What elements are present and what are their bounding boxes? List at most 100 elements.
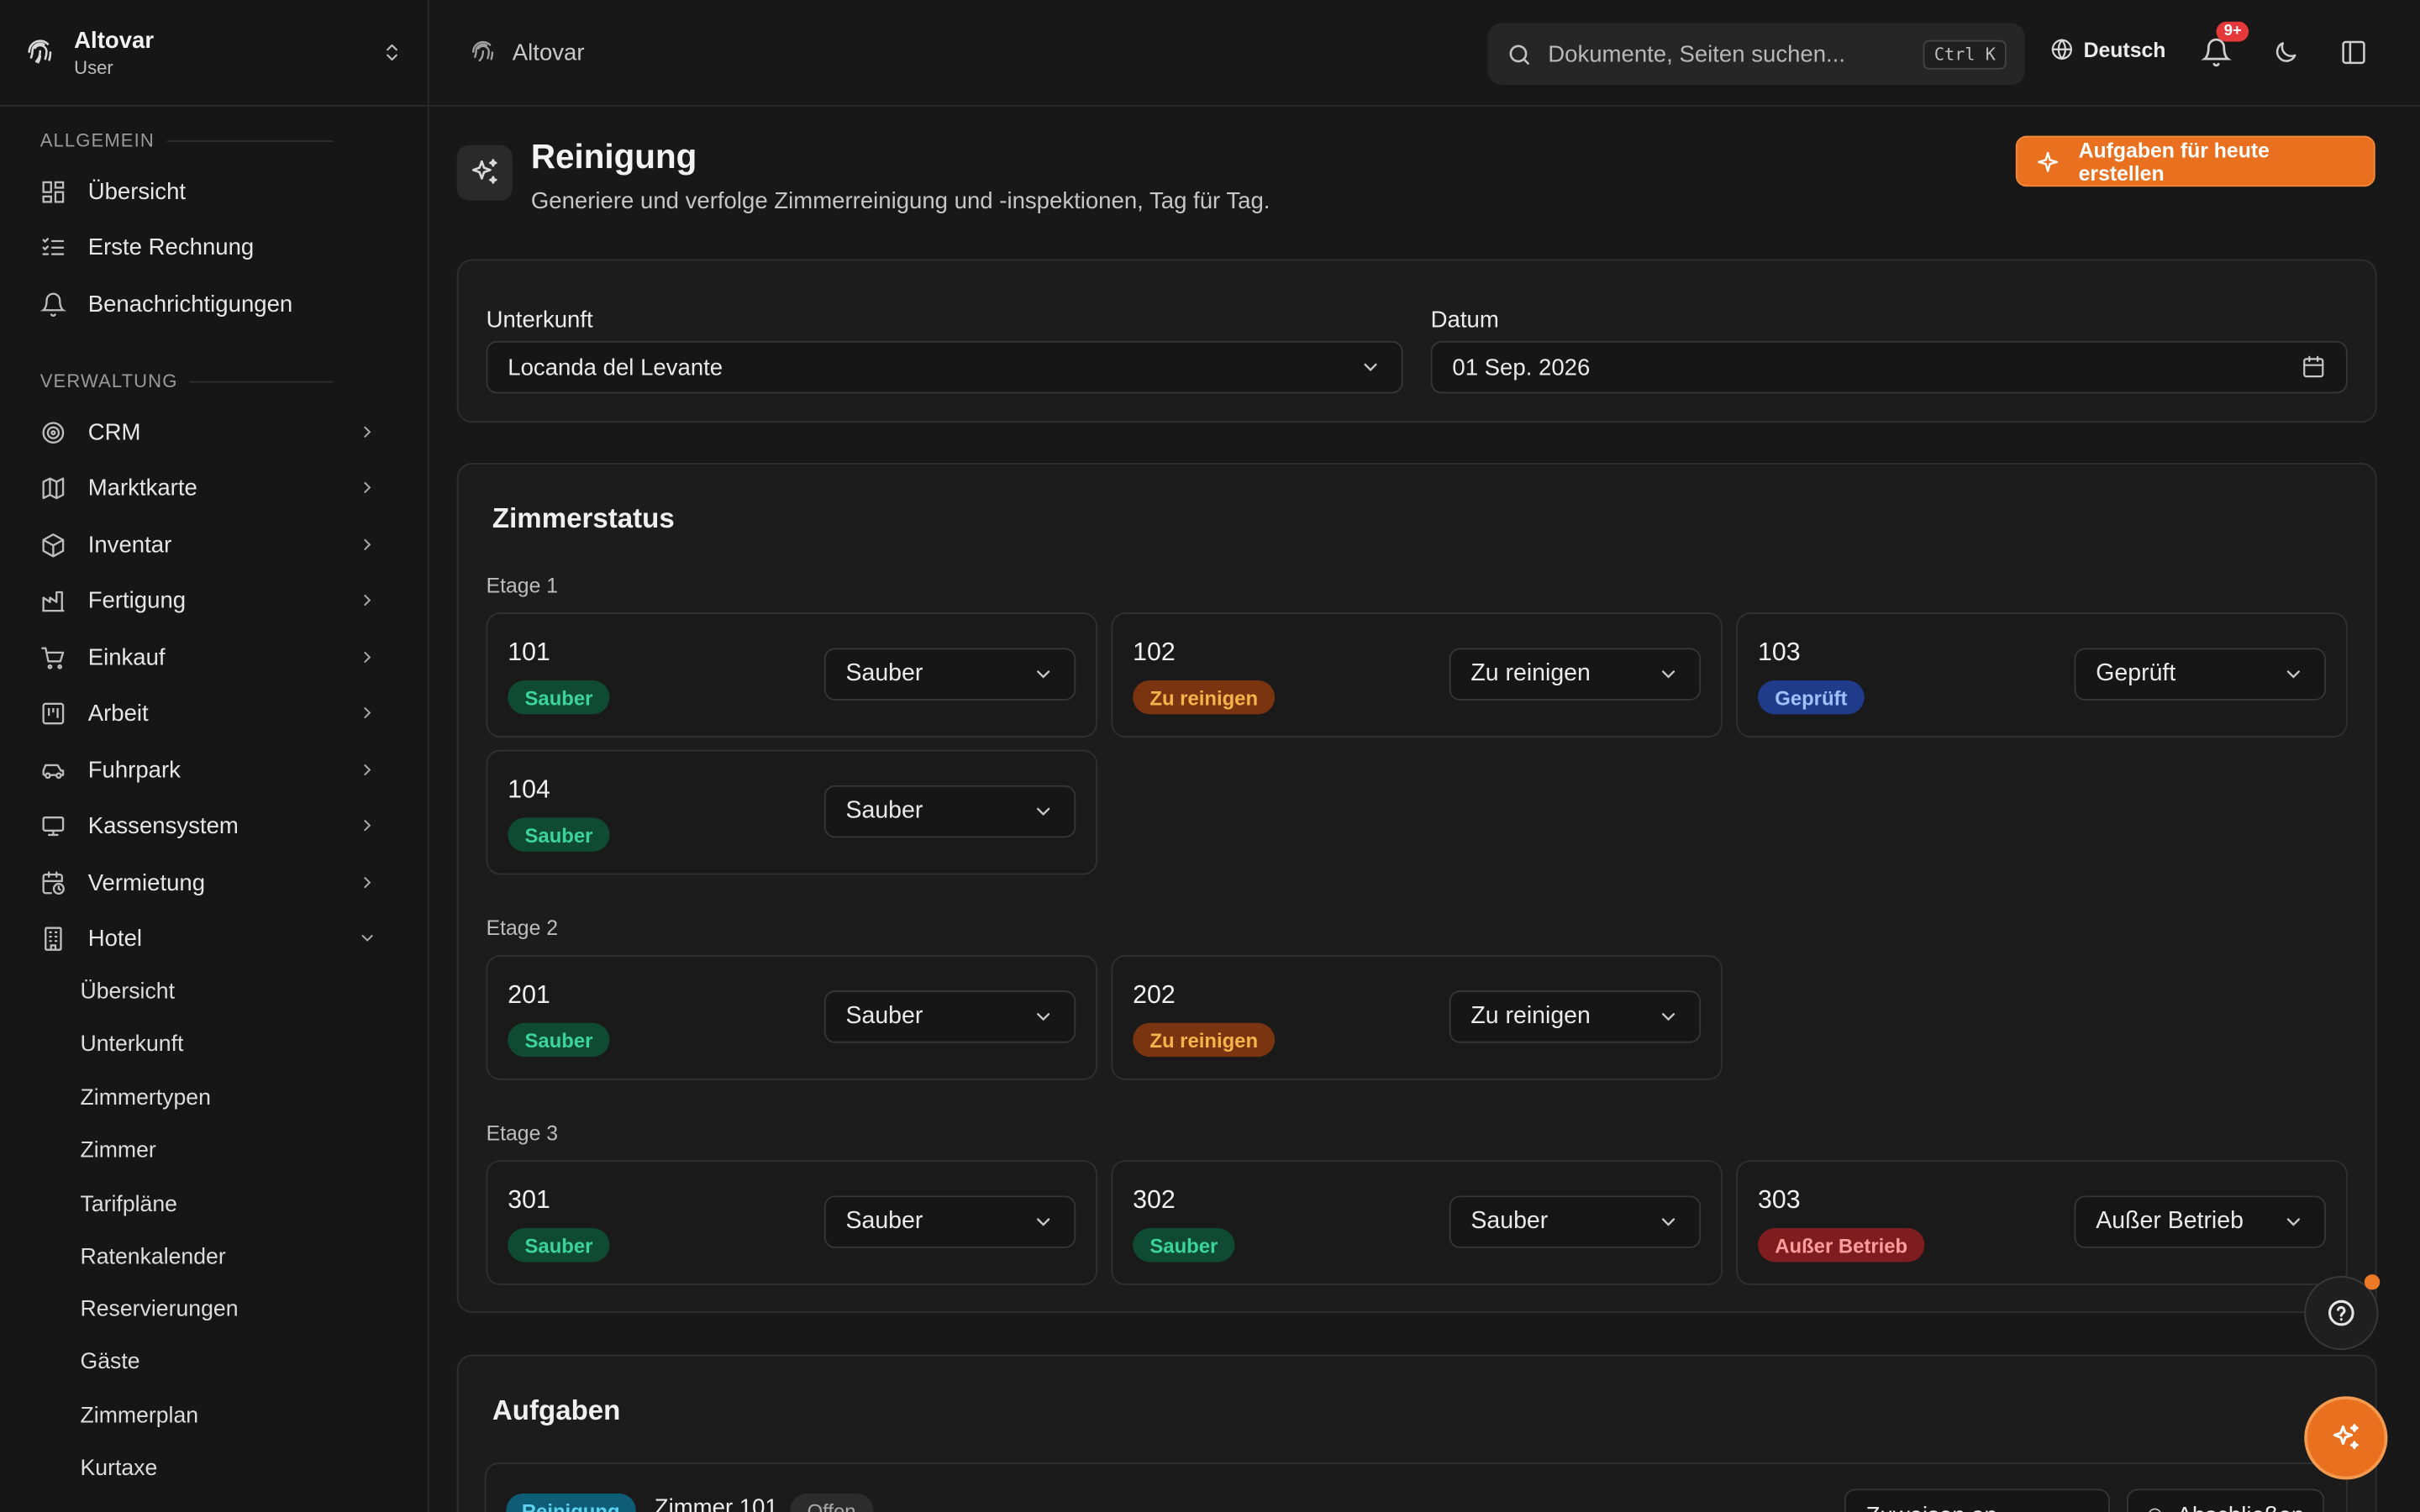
- sidebar-subitem-room-plan[interactable]: Zimmerplan: [81, 1398, 199, 1435]
- sidebar-item-first-invoice[interactable]: Erste Rechnung: [28, 222, 389, 271]
- sidebar-item-inventory[interactable]: Inventar: [28, 520, 389, 570]
- notification-count-badge: 9+: [2216, 21, 2249, 42]
- workspace-switcher[interactable]: Altovar User: [0, 0, 428, 107]
- date-value: 01 Sep. 2026: [1452, 354, 1591, 381]
- sidebar-item-label: Vermietung: [87, 869, 206, 896]
- chevron-down-icon: [1037, 807, 1050, 816]
- complete-label: Abschließen: [2177, 1502, 2305, 1512]
- chevron-right-icon: [364, 651, 371, 663]
- room-status-select[interactable]: Sauber: [1449, 1195, 1702, 1248]
- room-status-select[interactable]: Sauber: [823, 785, 1076, 838]
- task-row: Reinigung Zimmer 101 Offen Zuweisen an A…: [484, 1462, 2348, 1512]
- status-badge: Sauber: [1133, 1228, 1235, 1263]
- sidebar-item-crm[interactable]: CRM: [28, 407, 389, 457]
- floor-label: Etage 2: [486, 916, 559, 940]
- sidebar-item-rental[interactable]: Vermietung: [28, 858, 389, 907]
- task-type-badge: Reinigung: [506, 1493, 635, 1512]
- complete-task-button[interactable]: Abschließen: [2127, 1488, 2325, 1512]
- room-status-select[interactable]: Sauber: [823, 648, 1076, 701]
- sidebar-subitem-reservations[interactable]: Reservierungen: [81, 1291, 239, 1328]
- main-content: Reinigung Generiere und verfolge Zimmerr…: [456, 107, 2377, 1512]
- sidebar-item-fleet[interactable]: Fuhrpark: [28, 745, 389, 795]
- create-tasks-today-button[interactable]: Aufgaben für heute erstellen: [2015, 135, 2375, 187]
- sidebar-item-market-map[interactable]: Marktkarte: [28, 463, 389, 512]
- help-indicator-dot: [2364, 1274, 2381, 1290]
- language-switcher[interactable]: Deutsch: [2049, 37, 2165, 61]
- sidebar-item-production[interactable]: Fertigung: [28, 575, 389, 625]
- room-status-select[interactable]: Sauber: [823, 1195, 1076, 1248]
- property-label: Unterkunft: [486, 307, 593, 333]
- sidebar-item-pos[interactable]: Kassensystem: [28, 801, 389, 850]
- room-number: 101: [508, 638, 550, 667]
- sidebar-item-label: Kassensystem: [87, 812, 239, 839]
- room-card-102: 102 Zu reinigen Zu reinigen: [1111, 612, 1723, 738]
- chevron-down-icon: [361, 934, 373, 942]
- room-status-select[interactable]: Zu reinigen: [1449, 990, 1702, 1043]
- user-role: User: [74, 56, 113, 78]
- fingerprint-icon: [472, 40, 494, 62]
- sidebar-item-work[interactable]: Arbeit: [28, 688, 389, 738]
- app-root: Altovar User ALLGEMEIN Übersicht Erste R…: [0, 0, 2420, 1512]
- sidebar-subitem-rooms[interactable]: Zimmer: [81, 1132, 156, 1169]
- room-card-202: 202 Zu reinigen Zu reinigen: [1111, 954, 1723, 1080]
- sidebar-item-notifications[interactable]: Benachrichtigungen: [28, 279, 389, 328]
- chevron-right-icon: [364, 707, 371, 719]
- sidebar-subitem-room-types[interactable]: Zimmertypen: [81, 1080, 211, 1117]
- chevron-down-icon: [1037, 1218, 1050, 1226]
- chevron-down-icon: [2286, 1218, 2300, 1226]
- chevron-down-icon: [1661, 670, 1676, 679]
- chevron-right-icon: [364, 538, 371, 550]
- sidebar-subitem-rate-calendar[interactable]: Ratenkalender: [81, 1239, 226, 1276]
- room-status-value: Außer Betrieb: [2096, 1208, 2244, 1235]
- room-status-select[interactable]: Geprüft: [2074, 648, 2326, 701]
- sidebar-item-label: Hotel: [87, 925, 143, 952]
- page-icon: [456, 144, 513, 201]
- room-status-select[interactable]: Sauber: [823, 990, 1076, 1043]
- search-icon: [1509, 44, 1529, 64]
- sidebar-toggle-icon[interactable]: [2339, 39, 2367, 66]
- sidebar-item-purchasing[interactable]: Einkauf: [28, 633, 389, 682]
- room-status-select[interactable]: Außer Betrieb: [2074, 1195, 2326, 1248]
- assign-select[interactable]: Zuweisen an: [1844, 1488, 2110, 1512]
- chevron-up-icon: [2077, 1511, 2080, 1512]
- room-number: 103: [1758, 638, 1801, 667]
- ai-assistant-button[interactable]: [2304, 1396, 2388, 1480]
- room-status-select[interactable]: Zu reinigen: [1449, 648, 1702, 701]
- target-icon: [42, 421, 65, 444]
- chevrons-up-down-icon: [387, 44, 397, 61]
- date-picker[interactable]: 01 Sep. 2026: [1430, 340, 2348, 394]
- sidebar-subitem-city-tax[interactable]: Kurtaxe: [81, 1451, 158, 1488]
- sidebar-item-hotel[interactable]: Hotel: [28, 913, 389, 963]
- sidebar-item-overview[interactable]: Übersicht: [28, 166, 389, 216]
- room-number: 301: [508, 1186, 550, 1215]
- search-shortcut: Ctrl K: [1923, 39, 2007, 69]
- building-icon: [45, 926, 62, 950]
- moon-icon[interactable]: [2272, 39, 2300, 66]
- sidebar-subitem-property[interactable]: Unterkunft: [81, 1026, 184, 1063]
- date-label: Datum: [1430, 307, 1499, 333]
- bell-icon: [39, 291, 66, 317]
- room-status-value: Zu reinigen: [1470, 1002, 1591, 1030]
- section-label-general: ALLGEMEIN: [0, 129, 373, 151]
- sidebar-subitem-guests[interactable]: Gäste: [81, 1344, 140, 1381]
- sidebar-subitem-rate-plans[interactable]: Tarifpläne: [81, 1186, 177, 1223]
- task-room: Zimmer 101: [654, 1494, 778, 1512]
- sidebar: Altovar User ALLGEMEIN Übersicht Erste R…: [0, 0, 429, 1512]
- room-status-value: Zu reinigen: [1470, 660, 1591, 687]
- chevron-right-icon: [364, 764, 371, 776]
- chevron-down-icon: [2286, 670, 2300, 679]
- chevron-right-icon: [364, 481, 371, 493]
- status-badge: Geprüft: [1758, 680, 1865, 715]
- property-select[interactable]: Locanda del Levante: [486, 340, 1403, 394]
- sidebar-subitem-hotel-overview[interactable]: Übersicht: [81, 974, 176, 1011]
- chevron-right-icon: [364, 820, 371, 832]
- sparkle-icon: [2038, 150, 2059, 171]
- chevron-down-icon: [1661, 1218, 1676, 1226]
- search-input[interactable]: Dokumente, Seiten suchen... Ctrl K: [1487, 23, 2025, 86]
- status-badge: Sauber: [508, 817, 610, 852]
- app-name: Altovar: [74, 27, 155, 54]
- factory-icon: [42, 590, 65, 612]
- status-badge: Sauber: [508, 680, 610, 715]
- sidebar-item-label: Einkauf: [87, 643, 166, 671]
- breadcrumb[interactable]: Altovar: [469, 39, 585, 66]
